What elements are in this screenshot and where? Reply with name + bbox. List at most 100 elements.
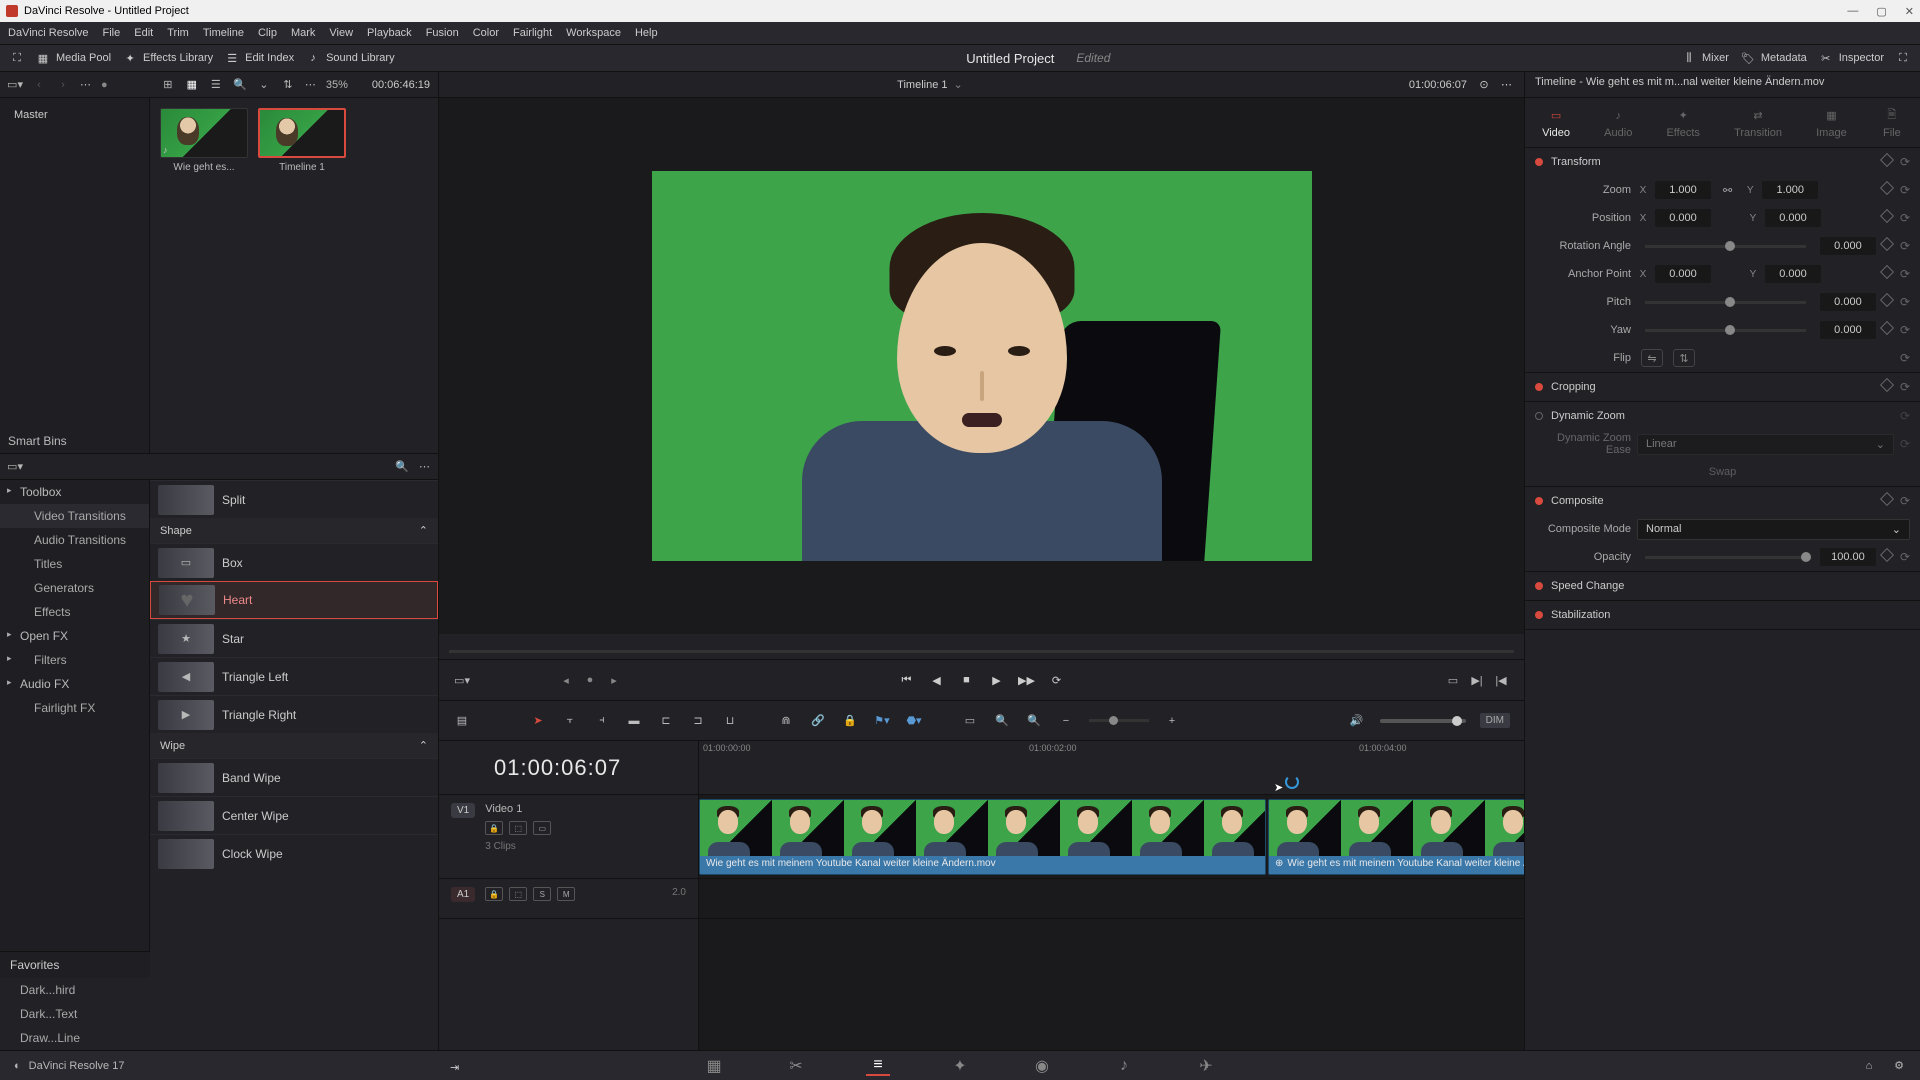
track-arm-icon[interactable]: ⬚ (509, 887, 527, 901)
composite-section[interactable]: Composite⟳ (1525, 487, 1920, 515)
bin-dropdown[interactable]: ▭▾ (8, 78, 22, 92)
track-lock-icon[interactable]: 🔒 (485, 821, 503, 835)
timeline-tracks[interactable]: 01:00:00:00 01:00:02:00 01:00:04:00 01:0… (699, 741, 1524, 1050)
stabilization-section[interactable]: Stabilization (1525, 601, 1920, 629)
menu-item[interactable]: DaVinci Resolve (8, 27, 89, 39)
opacity-input[interactable] (1820, 548, 1876, 566)
more-icon[interactable]: ⋯ (80, 78, 91, 91)
zoom-tool[interactable]: 🔍 (993, 712, 1011, 730)
minimize-button[interactable]: — (1847, 5, 1858, 18)
dynamic-trim-tool[interactable]: ⫞ (593, 712, 611, 730)
menu-item[interactable]: File (103, 27, 121, 39)
selection-tool[interactable]: ➤ (529, 712, 547, 730)
fx-category-shape[interactable]: Shape⌃ (150, 518, 438, 543)
insert-clip-tool[interactable]: ⊏ (657, 712, 675, 730)
track-badge-v1[interactable]: V1 (451, 803, 475, 818)
overwrite-clip-tool[interactable]: ⊐ (689, 712, 707, 730)
audio-track-header[interactable]: A1 🔒 ⬚ S M 2.0 (439, 879, 698, 919)
dim-toggle[interactable]: DIM (1480, 713, 1510, 728)
sound-library-toggle[interactable]: ♪Sound Library (306, 51, 395, 65)
lock-toggle[interactable]: 🔒 (841, 712, 859, 730)
track-solo-icon[interactable]: S (533, 887, 551, 901)
track-auto-icon[interactable]: ⬚ (509, 821, 527, 835)
grid-view-icon[interactable]: ▦ (185, 78, 199, 92)
inspector-toggle[interactable]: ✂Inspector (1819, 51, 1884, 65)
first-frame-button[interactable]: ⏮ (898, 671, 916, 689)
page-fairlight[interactable]: ♪ (1112, 1056, 1136, 1076)
trim-tool[interactable]: ⫟ (561, 712, 579, 730)
fx-item-center-wipe[interactable]: Center Wipe (150, 796, 438, 834)
fx-tree-openfx[interactable]: Open FX (0, 624, 149, 648)
clip-thumbnail[interactable]: ♪ Wie geht es... (160, 108, 248, 173)
mixer-toggle[interactable]: ⫼Mixer (1682, 51, 1729, 65)
marker-icon[interactable]: ● (583, 673, 597, 687)
timeline-clip[interactable]: Wie geht es mit meinem Youtube Kanal wei… (699, 799, 1266, 875)
flag-dropdown[interactable]: ⚑▾ (873, 712, 891, 730)
zoom-percent[interactable]: 35% (326, 79, 348, 91)
match-frame-button[interactable]: ▭ (1446, 673, 1460, 687)
pitch-input[interactable] (1820, 293, 1876, 311)
menu-item[interactable]: Edit (134, 27, 153, 39)
track-disable-icon[interactable]: ▭ (533, 821, 551, 835)
composite-mode-dropdown[interactable]: Normal⌄ (1637, 519, 1910, 540)
effects-library-toggle[interactable]: ✦Effects Library (123, 51, 213, 65)
flip-h-button[interactable]: ⇋ (1641, 349, 1663, 367)
next-marker-icon[interactable]: ▸ (607, 673, 621, 687)
edit-index-toggle[interactable]: ☰Edit Index (225, 51, 294, 65)
track-mute-icon[interactable]: M (557, 887, 575, 901)
expand-button[interactable]: ⛶ (10, 51, 24, 65)
search-icon[interactable]: 🔍 (233, 78, 247, 92)
cropping-section[interactable]: Cropping⟳ (1525, 373, 1920, 401)
track-lock-icon[interactable]: 🔒 (485, 887, 503, 901)
page-deliver[interactable]: ✈ (1194, 1056, 1218, 1076)
snap-toggle[interactable]: ⋒ (777, 712, 795, 730)
jump-start-button[interactable]: |◀ (1494, 673, 1508, 687)
zoom-y-input[interactable] (1762, 181, 1818, 199)
menu-item[interactable]: Playback (367, 27, 412, 39)
timeline-view-options[interactable]: ▤ (453, 712, 471, 730)
list-view-icon[interactable]: ☰ (209, 78, 223, 92)
fx-item[interactable]: Split (150, 480, 438, 518)
search-icon[interactable]: 🔍 (395, 460, 409, 474)
fx-dropdown[interactable]: ▭▾ (8, 460, 22, 474)
fx-tree-toolbox[interactable]: Toolbox (0, 480, 149, 504)
favorite-item[interactable]: Dark...hird (0, 978, 150, 1002)
menu-item[interactable]: Color (473, 27, 499, 39)
menu-item[interactable]: Help (635, 27, 658, 39)
proxy-icon[interactable]: ⊙ (1477, 78, 1491, 92)
match-frame-icon[interactable]: ⇥ (450, 1061, 459, 1074)
sort-icon[interactable]: ⇅ (281, 78, 295, 92)
menu-item[interactable]: Workspace (566, 27, 621, 39)
timeline-ruler[interactable]: 01:00:00:00 01:00:02:00 01:00:04:00 01:0… (699, 741, 1524, 795)
inspector-tab-video[interactable]: ▭Video (1542, 107, 1570, 139)
chevron-down-icon[interactable]: ⌄ (257, 78, 271, 92)
page-cut[interactable]: ✂ (784, 1056, 808, 1076)
fx-item-box[interactable]: ▭Box (150, 543, 438, 581)
overlay-dropdown[interactable]: ▭▾ (455, 673, 469, 687)
more-icon[interactable]: ⋯ (1501, 78, 1512, 91)
prev-frame-button[interactable]: ◀ (928, 671, 946, 689)
find-tool[interactable]: ▭ (961, 712, 979, 730)
nav-back[interactable]: ‹ (32, 78, 46, 92)
fx-item-triangle-left[interactable]: ◀Triangle Left (150, 657, 438, 695)
menu-item[interactable]: Trim (167, 27, 189, 39)
jump-end-button[interactable]: ▶| (1470, 673, 1484, 687)
volume-icon[interactable]: 🔊 (1348, 712, 1366, 730)
stop-button[interactable]: ■ (958, 671, 976, 689)
dynamic-zoom-section[interactable]: Dynamic Zoom⟳ (1525, 402, 1920, 430)
loop-button[interactable]: ⟳ (1048, 671, 1066, 689)
viewer[interactable]: ⇥ (439, 98, 1524, 634)
favorite-item[interactable]: Dark...Text (0, 1002, 150, 1026)
timeline-name-dropdown[interactable]: Timeline 1⌄ (897, 78, 963, 91)
fx-item-star[interactable]: ★Star (150, 619, 438, 657)
metadata-toggle[interactable]: 🏷Metadata (1741, 51, 1807, 65)
pos-x-input[interactable] (1655, 209, 1711, 227)
clip-grid[interactable]: ♪ Wie geht es... Timeline 1 (150, 98, 438, 453)
anchor-y-input[interactable] (1765, 265, 1821, 283)
favorite-item[interactable]: Draw...Line (0, 1026, 150, 1050)
home-icon[interactable]: ⌂ (1862, 1059, 1876, 1073)
menu-item[interactable]: View (329, 27, 353, 39)
page-edit[interactable]: ≡ (866, 1056, 890, 1076)
fx-tree-effects[interactable]: Effects (0, 600, 149, 624)
menu-item[interactable]: Timeline (203, 27, 244, 39)
